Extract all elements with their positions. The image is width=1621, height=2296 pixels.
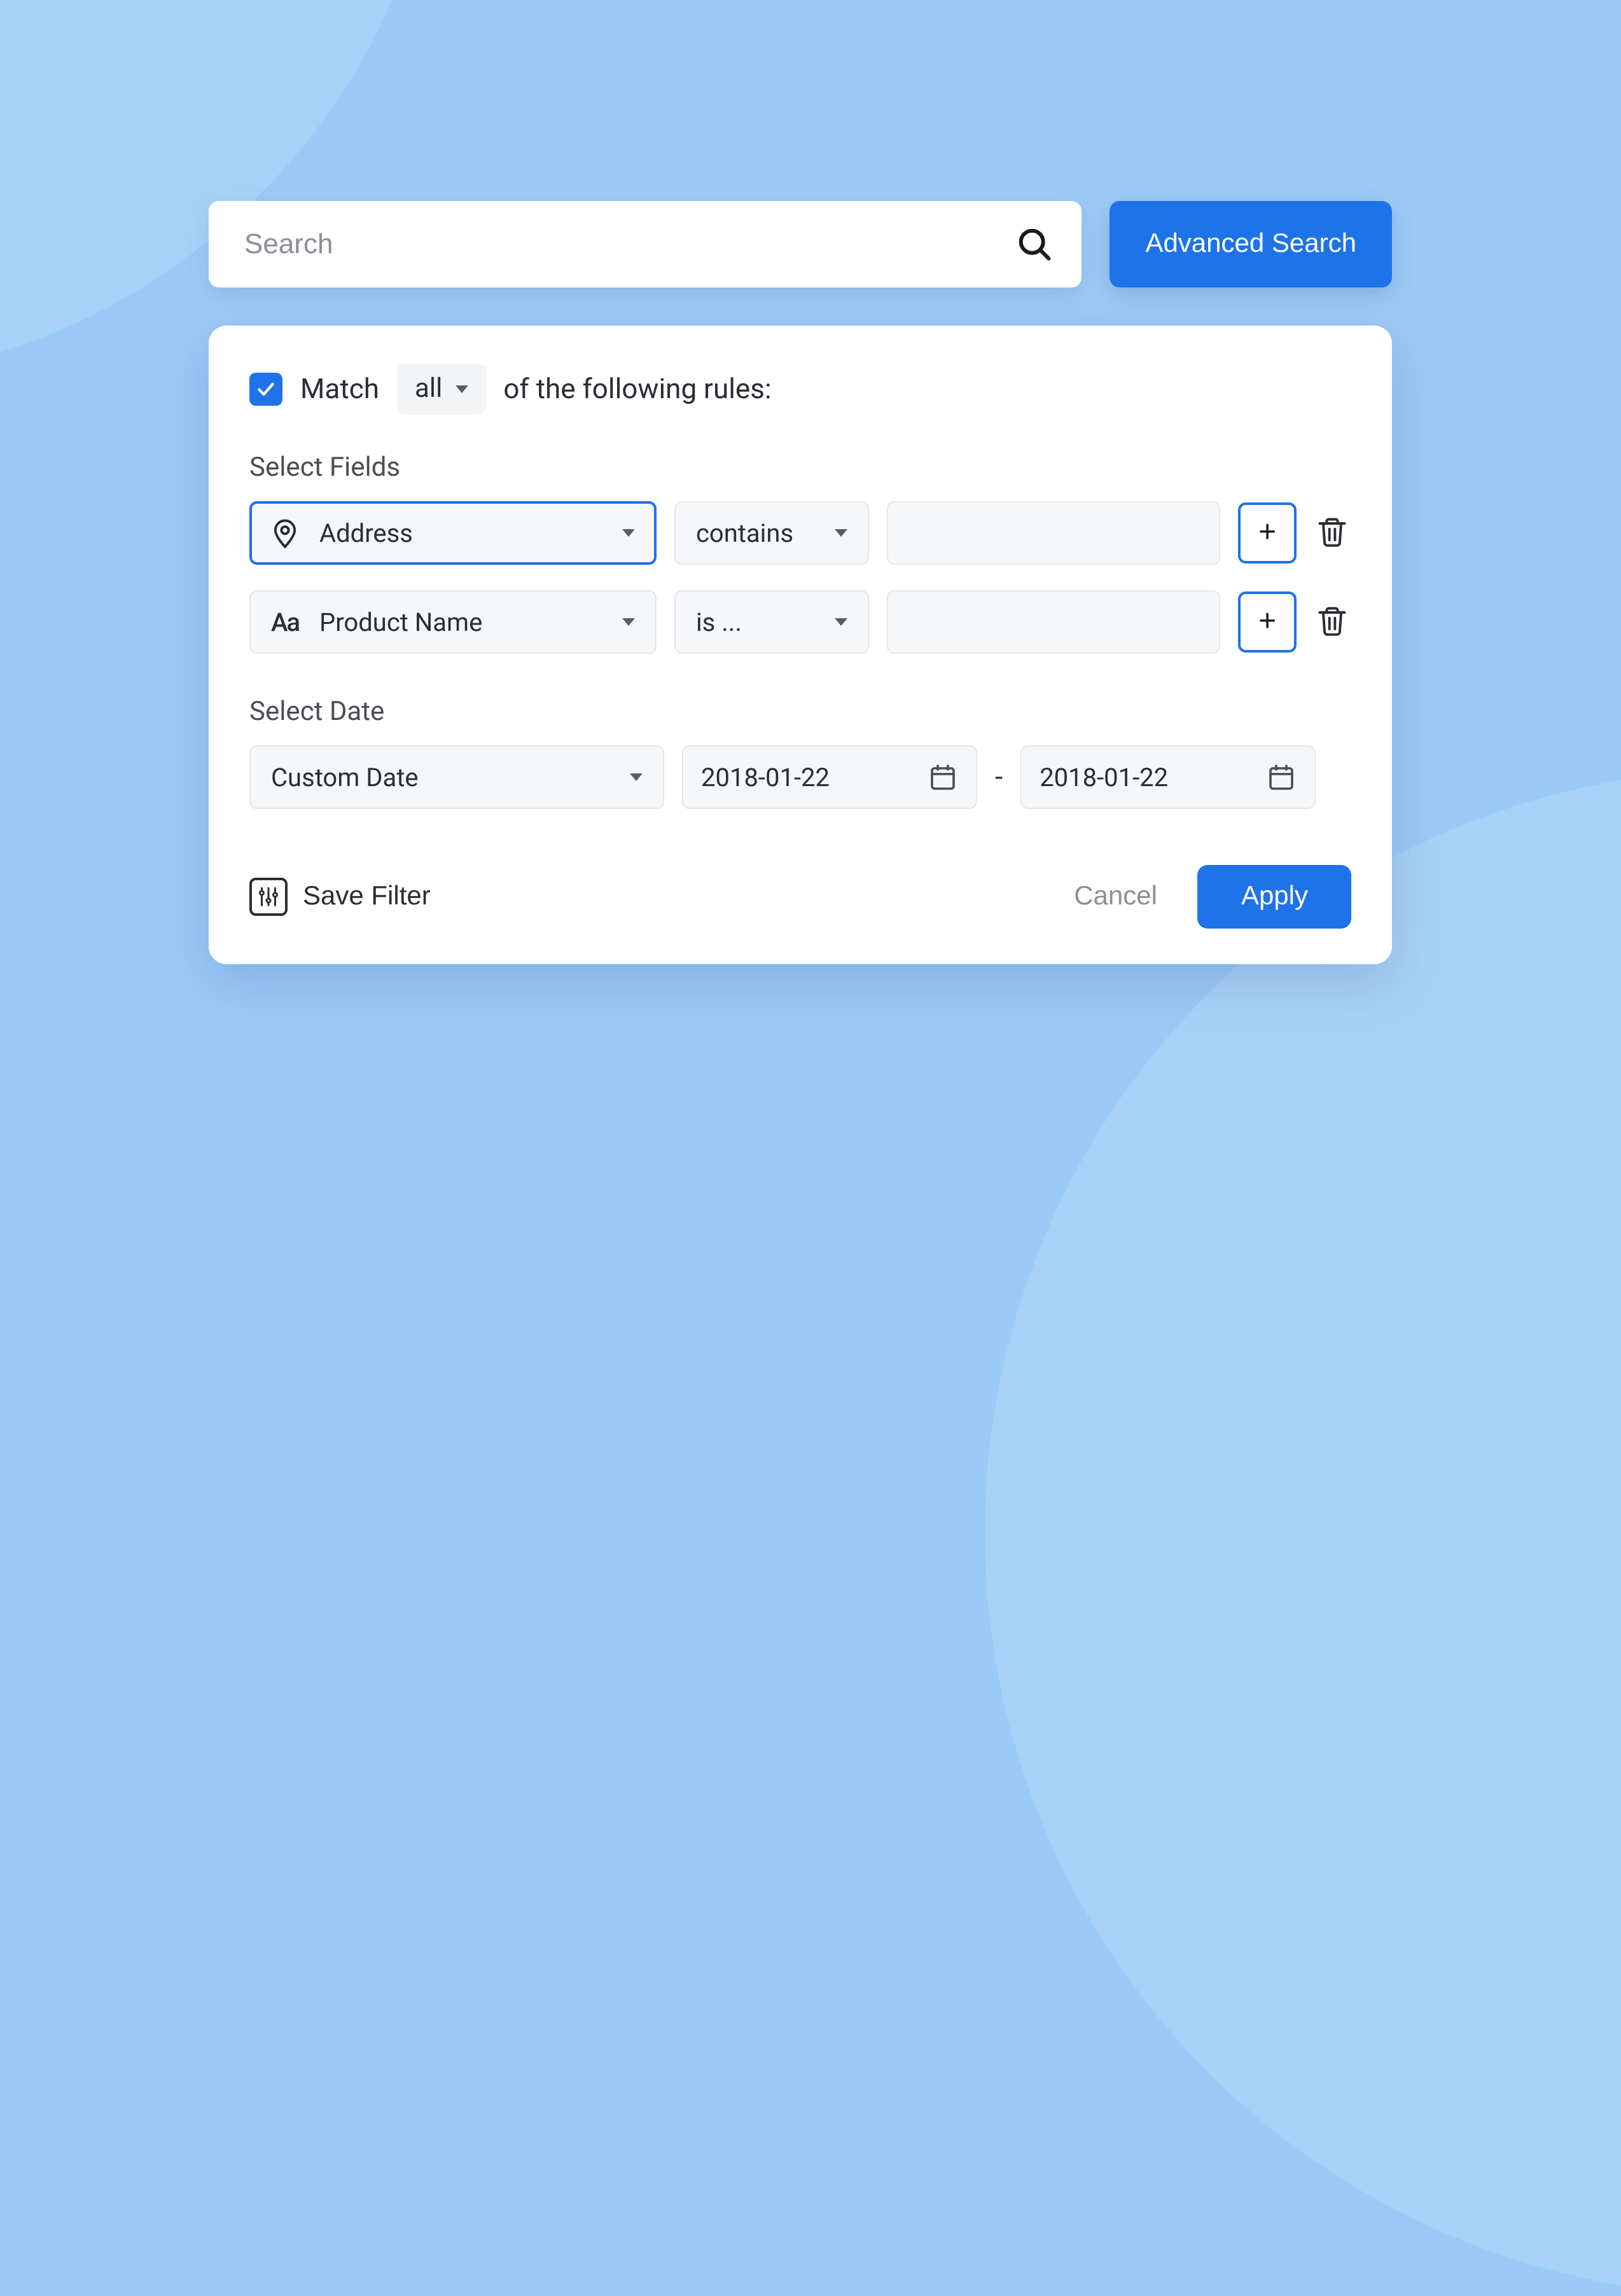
apply-button[interactable]: Apply [1198, 865, 1351, 929]
text-aa-icon: Aa [268, 605, 302, 639]
field-value: Product Name [319, 607, 604, 637]
chevron-down-icon [630, 773, 643, 781]
trash-icon [1316, 621, 1349, 640]
operator-value: contains [696, 518, 835, 548]
rule-row: Address contains + [249, 501, 1351, 565]
trash-icon [1316, 532, 1349, 551]
search-box [209, 201, 1082, 287]
operator-select[interactable]: is ... [674, 590, 870, 654]
delete-rule-button[interactable] [1314, 603, 1351, 641]
match-suffix-label: of the following rules: [503, 373, 771, 405]
chevron-down-icon [455, 385, 468, 393]
date-from-field[interactable]: 2018-01-22 [682, 745, 977, 809]
operator-value: is ... [696, 607, 835, 637]
sliders-icon [249, 878, 288, 916]
match-prefix-label: Match [300, 373, 379, 405]
match-mode-value: all [415, 374, 442, 405]
location-pin-icon [268, 516, 302, 550]
date-from-value: 2018-01-22 [701, 762, 915, 792]
value-input[interactable] [887, 590, 1221, 654]
value-input[interactable] [887, 501, 1221, 565]
delete-rule-button[interactable] [1314, 514, 1351, 552]
search-row: Advanced Search [209, 201, 1392, 287]
field-select[interactable]: Aa Product Name [249, 590, 657, 654]
rule-row: Aa Product Name is ... + [249, 590, 1351, 654]
add-rule-button[interactable]: + [1239, 502, 1296, 564]
date-section: Select Date Custom Date 2018-01-22 [249, 697, 1351, 809]
advanced-search-button[interactable]: Advanced Search [1110, 201, 1392, 287]
date-type-select[interactable]: Custom Date [249, 745, 664, 809]
date-type-value: Custom Date [271, 762, 630, 792]
select-fields-label: Select Fields [249, 453, 1351, 483]
plus-icon: + [1258, 515, 1276, 551]
search-icon[interactable] [1015, 225, 1054, 263]
chevron-down-icon [835, 529, 848, 537]
search-input[interactable] [244, 228, 1015, 261]
advanced-search-panel: Match all of the following rules: Select… [209, 326, 1392, 964]
add-rule-button[interactable]: + [1239, 591, 1296, 653]
chevron-down-icon [622, 618, 635, 626]
date-row: Custom Date 2018-01-22 [249, 745, 1351, 809]
chevron-down-icon [835, 618, 848, 626]
date-range-separator: - [995, 761, 1003, 793]
match-mode-select[interactable]: all [397, 364, 485, 415]
select-date-label: Select Date [249, 697, 1351, 728]
match-checkbox[interactable] [249, 373, 282, 406]
date-to-field[interactable]: 2018-01-22 [1020, 745, 1316, 809]
match-row: Match all of the following rules: [249, 364, 1351, 415]
calendar-icon [1266, 762, 1297, 792]
date-to-value: 2018-01-22 [1040, 762, 1253, 792]
calendar-icon [928, 762, 958, 792]
operator-select[interactable]: contains [674, 501, 870, 565]
plus-icon: + [1258, 604, 1276, 640]
field-value: Address [319, 518, 604, 548]
save-filter-label: Save Filter [303, 882, 431, 912]
field-select[interactable]: Address [249, 501, 657, 565]
save-filter-button[interactable]: Save Filter [249, 878, 431, 916]
cancel-button[interactable]: Cancel [1074, 882, 1157, 912]
main-content: Advanced Search Match all of the followi… [209, 201, 1392, 964]
panel-footer: Save Filter Cancel Apply [249, 865, 1351, 929]
chevron-down-icon [622, 529, 635, 537]
